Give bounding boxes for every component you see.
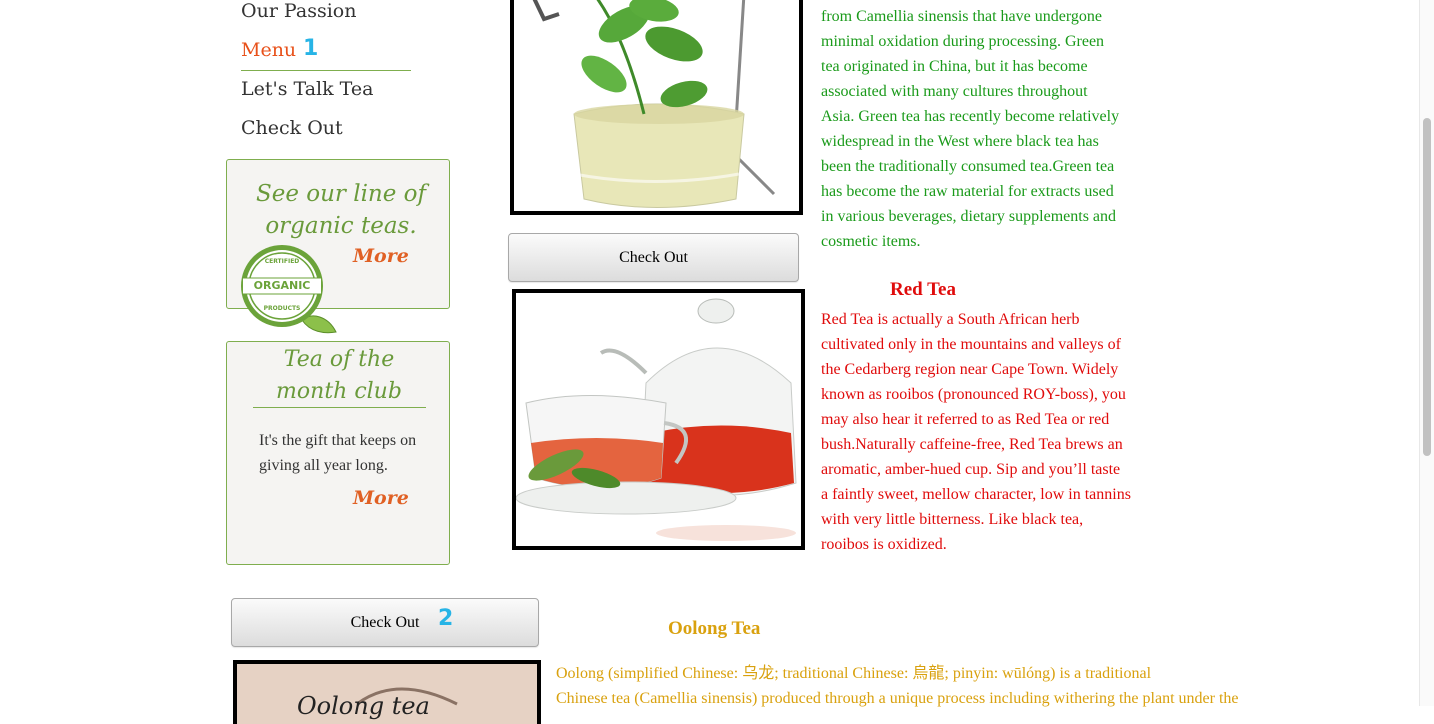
annotation-number-2: 2 [438, 606, 454, 631]
nav-lets-talk-tea[interactable]: Let's Talk Tea [241, 78, 373, 100]
organic-badge-icon: CERTIFIED ORGANIC PRODUCTS [240, 242, 340, 338]
annotation-number-1: 1 [303, 36, 319, 61]
club-divider [253, 407, 426, 408]
organic-badge-bottom-text: PRODUCTS [263, 305, 301, 312]
organic-teas-heading: See our line of organic teas. [255, 181, 427, 239]
oolong-tea-description: Oolong (simplified Chinese: 乌龙; traditio… [556, 661, 1256, 711]
red-tea-title: Red Tea [890, 279, 956, 300]
tea-month-club-heading: Tea of the month club [276, 347, 402, 404]
red-tea-description: Red Tea is actually a South African herb… [821, 311, 1131, 553]
scrollbar-thumb[interactable] [1423, 118, 1431, 456]
red-tea-image [512, 289, 805, 550]
nav-menu[interactable]: Menu [241, 39, 296, 61]
green-tea-image [510, 0, 803, 215]
nav-check-out[interactable]: Check Out [241, 117, 343, 139]
oolong-image-caption: Oolong tea [297, 692, 430, 720]
oolong-tea-title: Oolong Tea [668, 618, 761, 639]
oolong-line-2: Chinese tea (Camellia sinensis) produced… [556, 690, 1239, 707]
organic-more-link[interactable]: More [353, 245, 409, 267]
organic-badge-top-text: CERTIFIED [264, 258, 300, 265]
club-description: It's the gift that keeps on giving all y… [259, 432, 417, 474]
organic-badge-main-text: ORGANIC [253, 279, 311, 292]
club-more-link[interactable]: More [353, 487, 409, 509]
nav-our-passion[interactable]: Our Passion [241, 0, 356, 22]
green-tea-description: from Camellia sinensis that have undergo… [821, 8, 1120, 250]
tea-month-club-box: Tea of the month club It's the gift that… [226, 341, 450, 565]
oolong-line-1: Oolong (simplified Chinese: 乌龙; traditio… [556, 665, 1152, 682]
nav-divider [241, 70, 411, 71]
check-out-button-2[interactable]: Check Out [231, 598, 539, 647]
check-out-button-1[interactable]: Check Out [508, 233, 799, 282]
oolong-tea-image: Oolong tea [233, 660, 541, 724]
